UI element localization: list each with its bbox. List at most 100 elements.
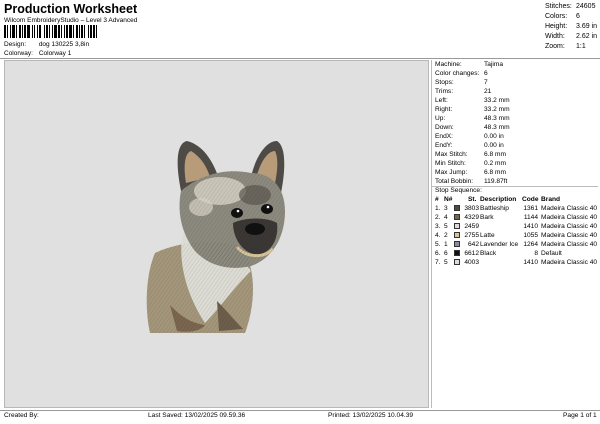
info-panel: Machine: Tajima Color changes: 6 Stops: 7 T… (431, 60, 598, 408)
row-needle: 3 (444, 205, 448, 212)
stat-width: Width: 2.62 in (545, 33, 598, 40)
row-stitches: 2459 (464, 223, 479, 230)
row-brand: Madeira Classic 40 (541, 259, 598, 266)
row-needle: 5 (444, 223, 448, 230)
row-brand: Madeira Classic 40 (541, 205, 598, 212)
row-code: 1410 (523, 259, 538, 266)
row-brand: Default (541, 250, 562, 257)
colorway-row: Colorway: Colorway 1 (4, 50, 71, 57)
info-endy: EndY: 0.00 in (435, 142, 504, 149)
col-hash: # (435, 196, 439, 203)
info-down: Down: 48.3 mm (435, 124, 510, 131)
row-brand: Madeira Classic 40 (541, 232, 598, 239)
design-label: Design: (4, 41, 27, 48)
thread-color-swatch (454, 205, 460, 211)
embroidery-dog-image (146, 141, 285, 333)
colorway-label: Colorway: (4, 50, 33, 57)
info-left: Left: 33.2 mm (435, 97, 510, 104)
row-stitches: 4003 (464, 259, 479, 266)
table-row: 4. 2 2755 Latte 1055 Madeira Classic 40 (435, 231, 598, 240)
row-description: Black (480, 250, 497, 257)
row-stitches: 6612 (464, 250, 479, 257)
row-description: Lavender Ice (480, 241, 519, 248)
created-by: Created By: (4, 412, 39, 419)
row-needle: 2 (444, 232, 448, 239)
thread-color-swatch (454, 241, 460, 247)
row-needle: 1 (444, 241, 448, 248)
table-row: 2. 4 4329 Bark 1144 Madeira Classic 40 (435, 213, 598, 222)
colorway-value: Colorway 1 (38, 50, 72, 57)
stat-stitches: Stitches: 24605 (545, 3, 596, 10)
table-row: 5. 1 642 Lavender Ice 1264 Madeira Classic 40 (435, 240, 598, 249)
row-stitches: 2755 (464, 232, 479, 239)
stat-height: Height: 3.69 in (545, 23, 598, 30)
row-brand: Madeira Classic 40 (541, 214, 598, 221)
info-max-stitch: Max Stitch: 6.8 mm (435, 151, 506, 158)
barcode (4, 25, 132, 38)
col-brand: Brand (541, 196, 561, 203)
row-stitches: 4329 (464, 214, 479, 221)
row-needle: 5 (444, 259, 448, 266)
worksheet-title: Production Worksheet (4, 2, 138, 16)
stat-zoom: Zoom: 1:1 (545, 43, 586, 50)
row-stitches: 3803 (464, 205, 479, 212)
design-value: dog 130225 3,8in (38, 41, 90, 48)
row-index: 4. (435, 232, 441, 239)
table-row: 3. 5 2459 1410 Madeira Classic 40 (435, 222, 598, 231)
table-row: 7. 5 4003 1410 Madeira Classic 40 (435, 258, 598, 267)
last-saved: Last Saved: 13/02/2025 09.59.36 (148, 412, 246, 419)
info-up: Up: 48.3 mm (435, 115, 510, 122)
stat-colors: Colors: 6 (545, 13, 580, 20)
stop-sequence-header: # N# St. Description Code Brand (435, 195, 598, 204)
barcode-bar (97, 25, 99, 38)
row-code: 1055 (523, 232, 538, 239)
row-code: 1264 (523, 241, 538, 248)
row-description: Latte (480, 232, 495, 239)
row-description: Bark (480, 214, 494, 221)
stop-sequence-title: Stop Sequence: (435, 187, 482, 194)
row-index: 5. (435, 241, 441, 248)
footer-divider (0, 410, 600, 411)
thread-color-swatch (454, 259, 460, 265)
info-color-changes: Color changes: 6 (435, 70, 488, 77)
info-endx: EndX: 0.00 in (435, 133, 504, 140)
info-trims: Trims: 21 (435, 88, 492, 95)
info-max-jump: Max Jump: 6.8 mm (435, 169, 506, 176)
software-subtitle: Wilcom EmbroideryStudio – Level 3 Advanc… (4, 17, 138, 24)
col-code: Code (522, 196, 539, 203)
row-needle: 4 (444, 214, 448, 221)
info-total-bobbin: Total Bobbin: 119.87ft (435, 178, 508, 185)
table-row: 1. 3 3803 Battleship 1361 Madeira Classic 40 (435, 204, 598, 213)
thread-color-swatch (454, 250, 460, 256)
row-code: 1361 (523, 205, 538, 212)
info-stops: Stops: 7 (435, 79, 488, 86)
row-brand: Madeira Classic 40 (541, 241, 598, 248)
info-min-stitch: Min Stitch: 0.2 mm (435, 160, 506, 167)
col-n: N# (444, 196, 453, 203)
row-code: 1144 (523, 214, 538, 221)
row-index: 7. (435, 259, 441, 266)
row-index: 6. (435, 250, 441, 257)
col-description: Description (480, 196, 517, 203)
design-preview (4, 60, 429, 408)
top-stats: Stitches: 24605 Colors: 6 Height: 3.69 in W… (545, 2, 597, 52)
table-row: 6. 6 6612 Black 8 Default (435, 249, 598, 258)
row-stitches: 642 (467, 241, 479, 248)
header-divider (0, 58, 600, 59)
info-machine: Machine: Tajima (435, 61, 504, 68)
info-right: Right: 33.2 mm (435, 106, 510, 113)
thread-color-swatch (454, 223, 460, 229)
row-index: 3. (435, 223, 441, 230)
row-description: Battleship (480, 205, 509, 212)
row-brand: Madeira Classic 40 (541, 223, 598, 230)
col-st: St. (468, 196, 477, 203)
printed-date: Printed: 13/02/2025 10.04.39 (328, 412, 414, 419)
row-needle: 6 (444, 250, 448, 257)
design-row: Design: dog 130225 3,8in (4, 41, 89, 48)
page-number: Page 1 of 1 (563, 412, 597, 419)
row-index: 1. (435, 205, 441, 212)
row-index: 2. (435, 214, 441, 221)
row-code: 8 (534, 250, 538, 257)
thread-color-swatch (454, 214, 460, 220)
row-code: 1410 (523, 223, 538, 230)
